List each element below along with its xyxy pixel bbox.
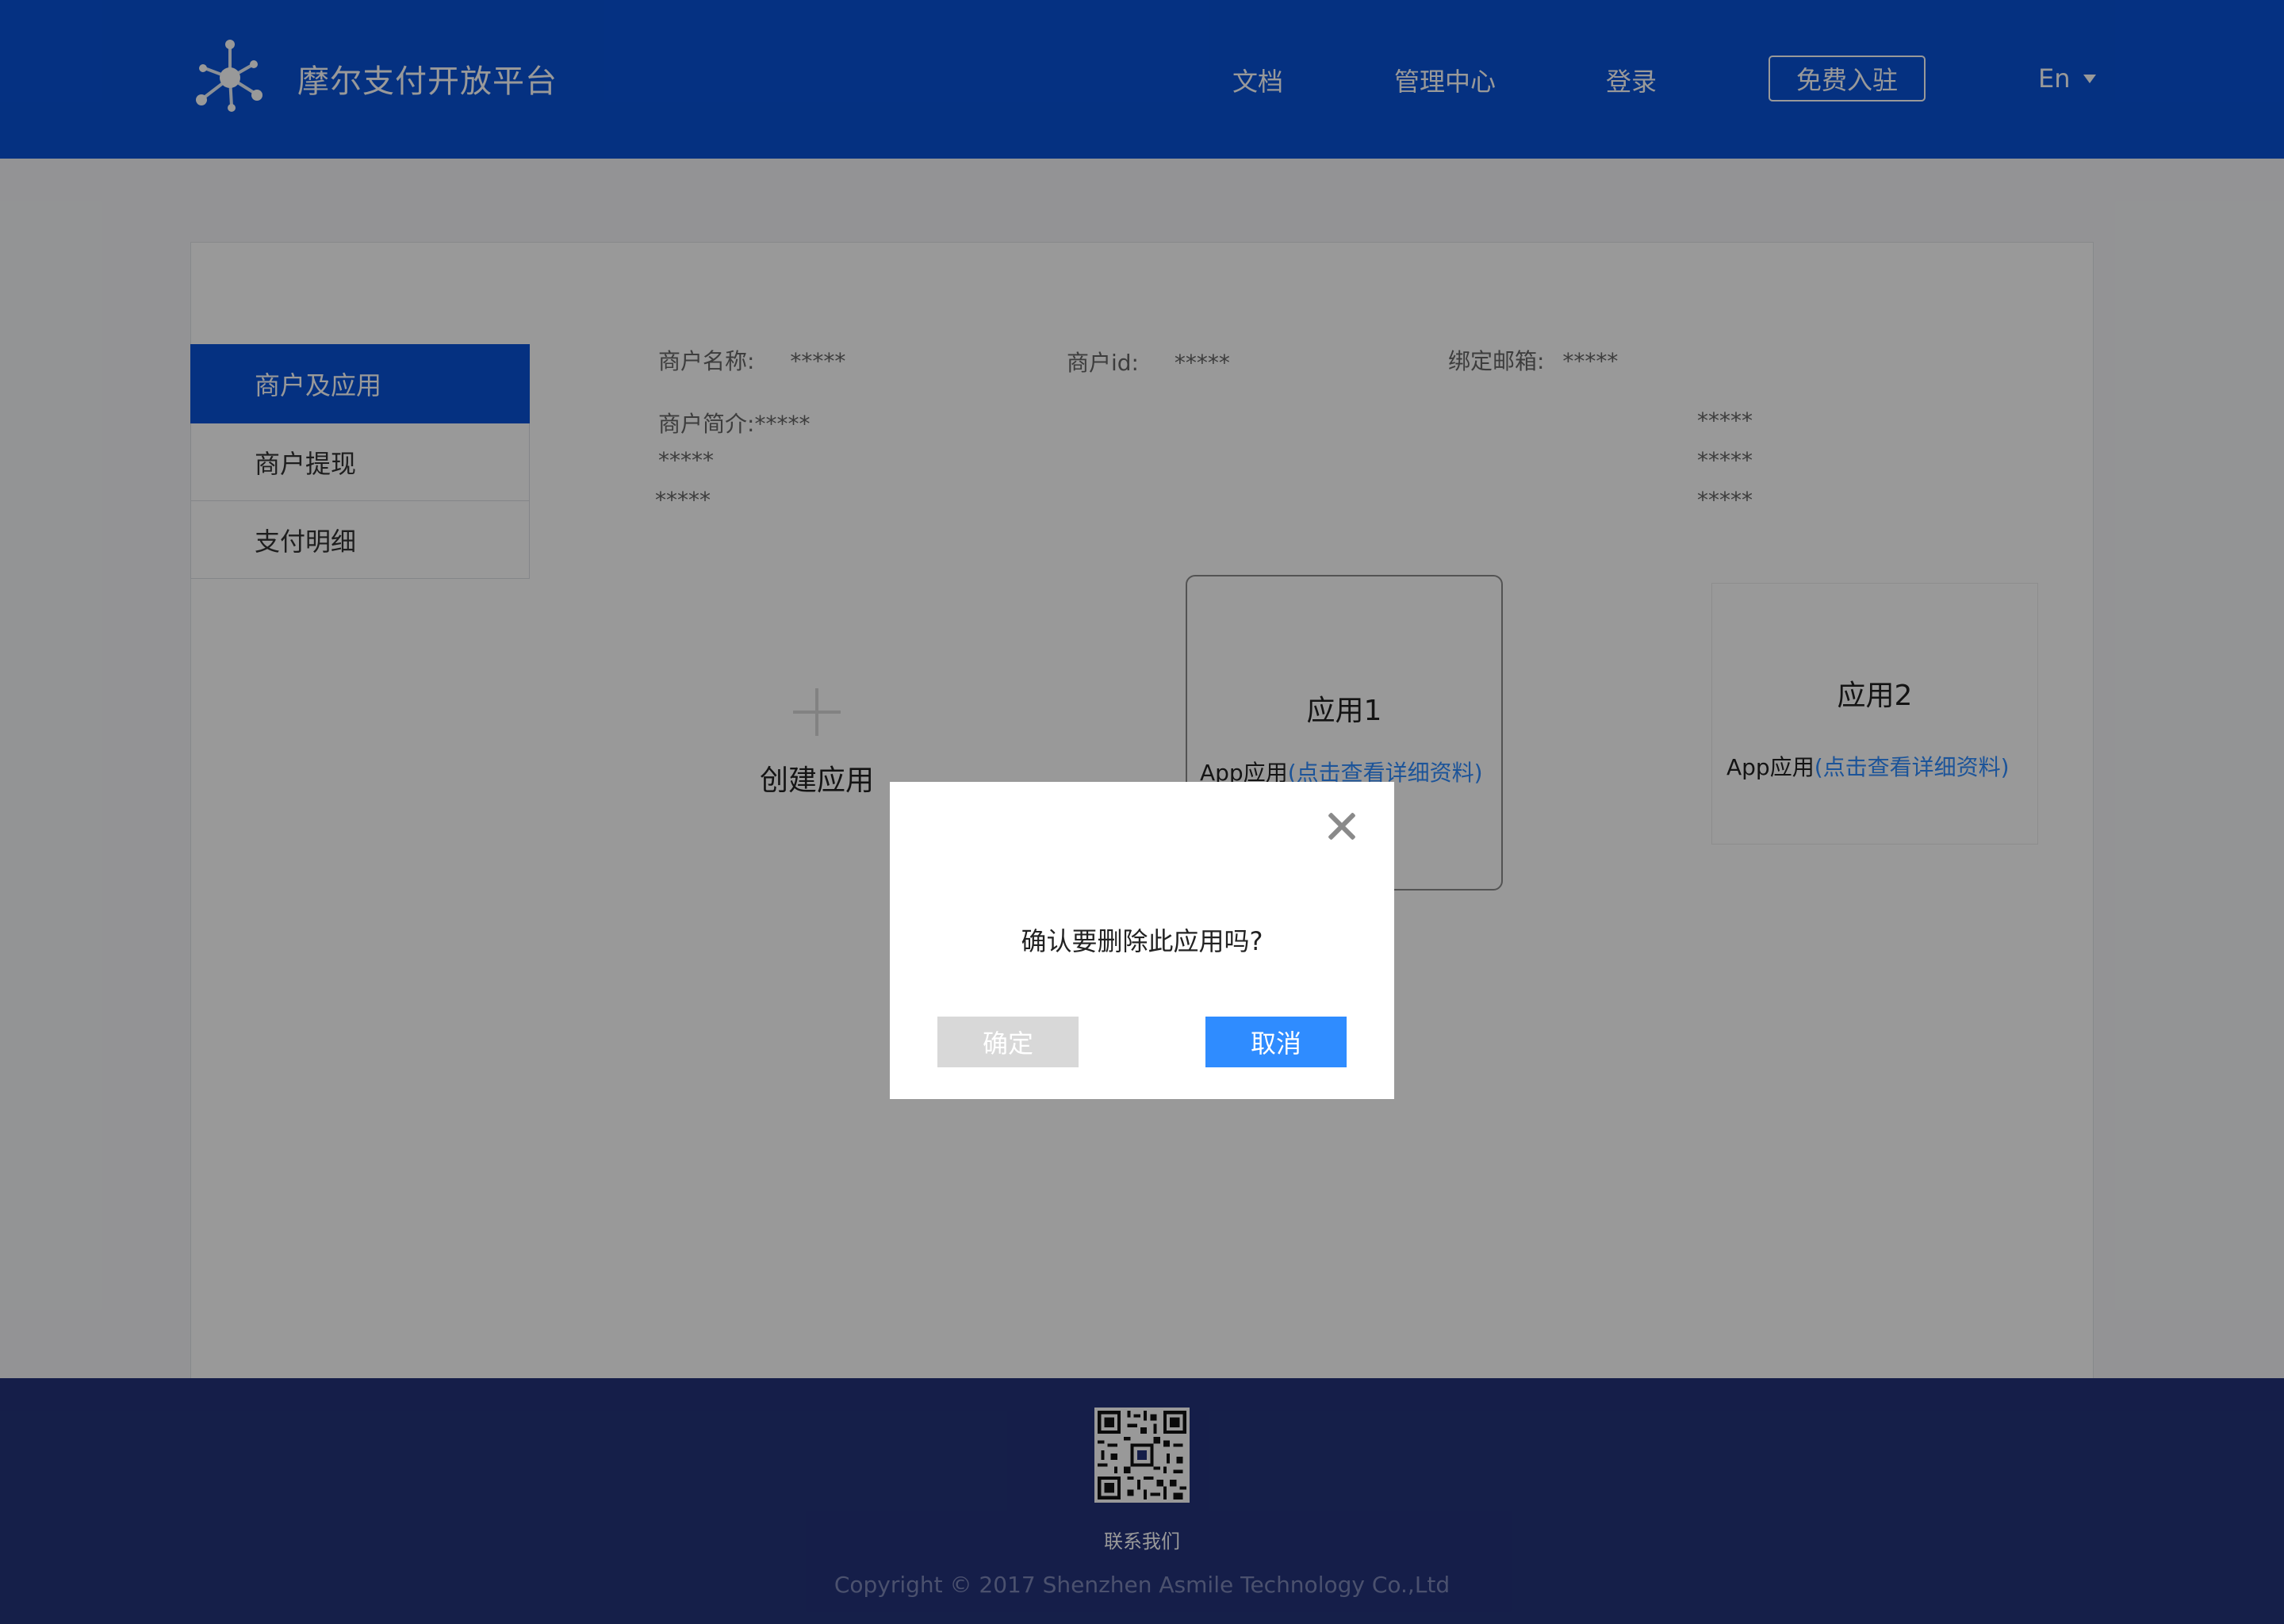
cancel-button[interactable]: 取消 [1205,1017,1347,1067]
close-icon[interactable] [1324,809,1359,844]
dialog-message: 确认要删除此应用吗? [1021,926,1263,956]
confirm-button[interactable]: 确定 [937,1017,1079,1067]
delete-confirm-dialog: 确认要删除此应用吗? 确定 取消 [890,782,1394,1099]
